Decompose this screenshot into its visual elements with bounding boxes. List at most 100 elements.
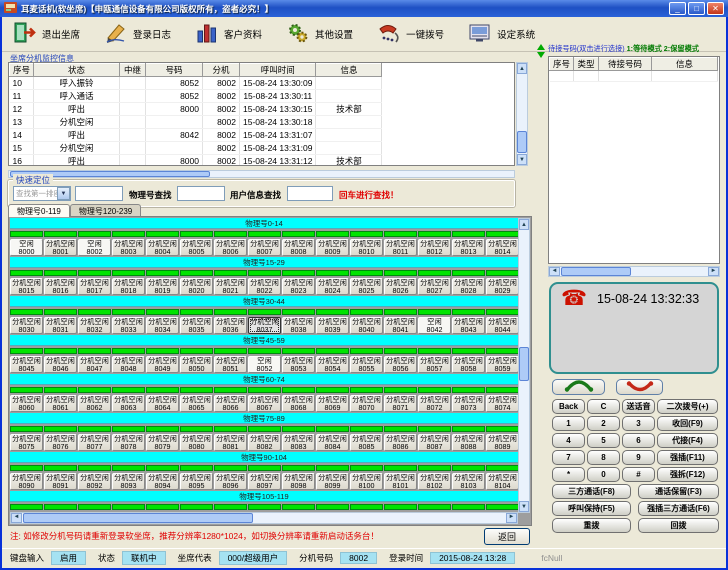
- scroll-right-arrow-icon[interactable]: ►: [506, 513, 517, 523]
- dialpad-key[interactable]: 6: [622, 433, 655, 448]
- extension-button[interactable]: 分机空闲8090: [10, 473, 43, 490]
- extension-button[interactable]: 分机空闲8085: [350, 434, 383, 451]
- extension-button[interactable]: 分机空闲8093: [112, 473, 145, 490]
- extension-button[interactable]: 分机空闲8037: [248, 317, 281, 334]
- toolbar-customer-button[interactable]: 客户资料: [190, 19, 267, 50]
- table-row[interactable]: 11呼入通话8052800215-08-24 13:30:11: [10, 90, 382, 103]
- locate-combo[interactable]: 查找第一排座 ▼: [13, 186, 71, 201]
- extension-button[interactable]: 分机空闲8068: [282, 395, 315, 412]
- extension-button[interactable]: 分机空闲8074: [486, 395, 518, 412]
- call-log-col-header[interactable]: 序号: [10, 64, 34, 77]
- extension-button[interactable]: 分机空闲8058: [452, 356, 485, 373]
- dialpad-key[interactable]: C: [587, 399, 620, 414]
- extension-button[interactable]: 分机空闲8061: [44, 395, 77, 412]
- scroll-left-arrow-icon[interactable]: ◄: [11, 513, 22, 523]
- dialpad-key[interactable]: 5: [587, 433, 620, 448]
- extension-button[interactable]: 分机空闲8099: [316, 473, 349, 490]
- extension-button[interactable]: 分机空闲8063: [112, 395, 145, 412]
- waiting-col-header[interactable]: 信息: [652, 58, 718, 71]
- extension-button[interactable]: 分机空闲8057: [418, 356, 451, 373]
- extension-button[interactable]: 分机空闲8066: [214, 395, 247, 412]
- extension-button[interactable]: 分机空闲8032: [78, 317, 111, 334]
- table-row[interactable]: 14呼出8042800215-08-24 13:31:07: [10, 129, 382, 142]
- extension-button[interactable]: 分机空闲8095: [180, 473, 213, 490]
- waiting-col-header[interactable]: 类型: [574, 58, 599, 71]
- scrollbar-thumb[interactable]: [519, 347, 529, 381]
- extension-button[interactable]: 分机空闲8062: [78, 395, 111, 412]
- dialpad-key[interactable]: 回拨: [638, 518, 719, 533]
- extension-button[interactable]: 分机空闲8033: [112, 317, 145, 334]
- extension-button[interactable]: 分机空闲8046: [44, 356, 77, 373]
- extension-button[interactable]: 分机空闲8054: [316, 356, 349, 373]
- toolbar-exit-button[interactable]: 退出坐席: [8, 19, 85, 50]
- scrollbar-thumb[interactable]: [517, 131, 527, 153]
- dialpad-key[interactable]: *: [552, 467, 585, 482]
- panel-splitter[interactable]: [534, 42, 547, 542]
- extension-button[interactable]: 分机空闲8007: [248, 239, 281, 256]
- dialpad-key[interactable]: 强拆(F12): [657, 467, 718, 482]
- call-log-table[interactable]: 序号状态中继号码分机呼叫时间信息10呼入振铃8052800215-08-24 1…: [8, 62, 515, 166]
- locate-input[interactable]: [75, 186, 123, 201]
- table-row[interactable]: 16呼出8000800215-08-24 13:31:12技术部: [10, 155, 382, 167]
- table-row[interactable]: 13分机空闲800215-08-24 13:30:18: [10, 116, 382, 129]
- extension-button[interactable]: 分机空闲8088: [452, 434, 485, 451]
- extension-button[interactable]: 分机空闲8026: [384, 278, 417, 295]
- extension-button[interactable]: 分机空闲8094: [146, 473, 179, 490]
- scrollbar-thumb[interactable]: [23, 513, 253, 523]
- dialpad-key[interactable]: 代接(F4): [657, 433, 718, 448]
- extension-button[interactable]: 分机空闲8069: [316, 395, 349, 412]
- extension-button[interactable]: 分机空闲8050: [180, 356, 213, 373]
- extension-button[interactable]: 分机空闲8065: [180, 395, 213, 412]
- scroll-up-arrow-icon[interactable]: ▲: [519, 219, 529, 230]
- dialpad-key[interactable]: Back: [552, 399, 585, 414]
- dialpad-key[interactable]: 8: [587, 450, 620, 465]
- toolbar-log-button[interactable]: 登录日志: [99, 19, 176, 50]
- extension-button[interactable]: 分机空闲8064: [146, 395, 179, 412]
- waiting-col-header[interactable]: 序号: [550, 58, 574, 71]
- extension-button[interactable]: 分机空闲8027: [418, 278, 451, 295]
- extension-button[interactable]: 分机空闲8014: [486, 239, 518, 256]
- extension-button[interactable]: 分机空闲8015: [10, 278, 43, 295]
- dialpad-key[interactable]: 0: [587, 467, 620, 482]
- extension-button[interactable]: 空闲8042: [418, 317, 451, 334]
- table-row[interactable]: 10呼入振铃8052800215-08-24 13:30:09: [10, 77, 382, 90]
- dialpad-key[interactable]: 4: [552, 433, 585, 448]
- dialpad-key[interactable]: 三方通话(F8): [552, 484, 631, 499]
- extension-button[interactable]: 分机空闲8005: [180, 239, 213, 256]
- call-log-col-header[interactable]: 状态: [34, 64, 120, 77]
- extension-button[interactable]: 分机空闲8001: [44, 239, 77, 256]
- extension-button[interactable]: 分机空闲8071: [384, 395, 417, 412]
- extension-button[interactable]: 分机空闲8081: [214, 434, 247, 451]
- chevron-down-icon[interactable]: ▼: [57, 187, 70, 200]
- dialpad-key[interactable]: 强插三方通话(F6): [638, 501, 719, 516]
- extension-button[interactable]: 分机空闲8047: [78, 356, 111, 373]
- extension-button[interactable]: 分机空闲8097: [248, 473, 281, 490]
- extension-button[interactable]: 分机空闲8070: [350, 395, 383, 412]
- extension-button[interactable]: 分机空闲8040: [350, 317, 383, 334]
- extension-button[interactable]: 分机空闲8101: [384, 473, 417, 490]
- extension-button[interactable]: 分机空闲8018: [112, 278, 145, 295]
- table-row[interactable]: 12呼出8000800215-08-24 13:30:15技术部: [10, 103, 382, 116]
- dialpad-key[interactable]: 重拨: [552, 518, 631, 533]
- extension-button[interactable]: 分机空闲8049: [146, 356, 179, 373]
- extension-button[interactable]: 分机空闲8009: [316, 239, 349, 256]
- back-button[interactable]: 返回: [484, 528, 530, 545]
- call-log-col-header[interactable]: 信息: [316, 64, 382, 77]
- extension-button[interactable]: 分机空闲8003: [112, 239, 145, 256]
- toolbar-system-button[interactable]: 设定系统: [463, 19, 540, 50]
- waiting-col-header[interactable]: 待接号码: [599, 58, 652, 71]
- extension-button[interactable]: 分机空闲8041: [384, 317, 417, 334]
- table-row[interactable]: 15分机空闲800215-08-24 13:31:09: [10, 142, 382, 155]
- extension-button[interactable]: 分机空闲8016: [44, 278, 77, 295]
- user-search-input[interactable]: [287, 186, 333, 201]
- dialpad-key[interactable]: 二次拨号(+): [657, 399, 718, 414]
- extension-button[interactable]: 分机空闲8034: [146, 317, 179, 334]
- extension-button[interactable]: 分机空闲8017: [78, 278, 111, 295]
- extension-button[interactable]: 分机空闲8036: [214, 317, 247, 334]
- extension-button[interactable]: 分机空闲8035: [180, 317, 213, 334]
- dialpad-key[interactable]: 通话保留(F3): [638, 484, 719, 499]
- extension-button[interactable]: 分机空闲8086: [384, 434, 417, 451]
- dialpad-key[interactable]: 呼叫保持(F5): [552, 501, 631, 516]
- call-log-col-header[interactable]: 分机: [203, 64, 240, 77]
- extension-button[interactable]: 分机空闲8079: [146, 434, 179, 451]
